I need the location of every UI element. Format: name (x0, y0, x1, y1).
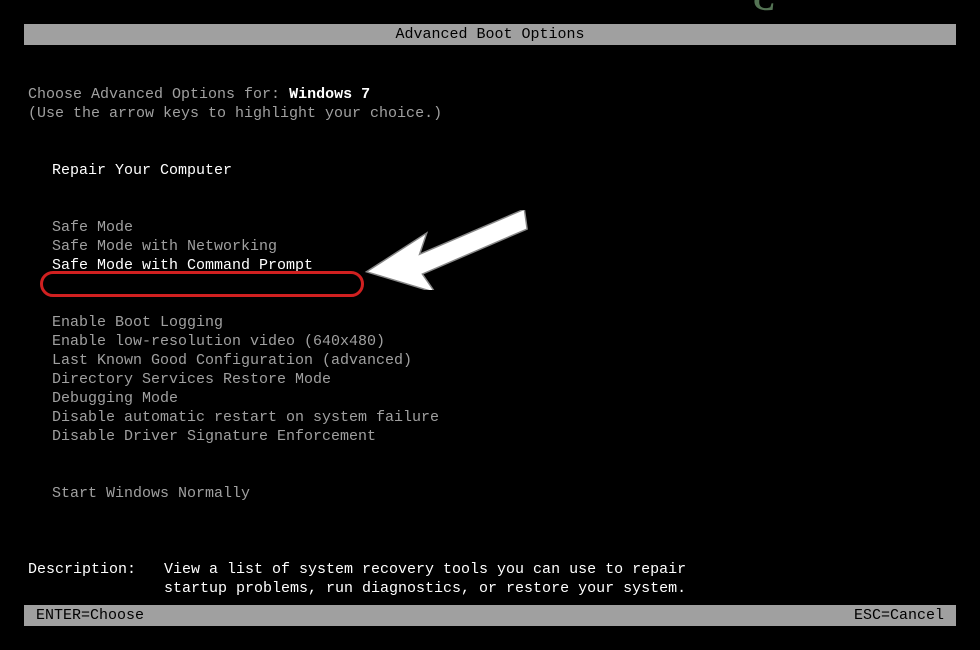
menu-item-low-res[interactable]: Enable low-resolution video (640x480) (28, 332, 956, 351)
footer-bar: ENTER=Choose ESC=Cancel (24, 605, 956, 626)
description-line1: View a list of system recovery tools you… (164, 560, 686, 579)
menu-item-debugging[interactable]: Debugging Mode (28, 389, 956, 408)
choose-prefix: Choose Advanced Options for: (28, 86, 280, 103)
menu-item-directory-services[interactable]: Directory Services Restore Mode (28, 370, 956, 389)
description-text: View a list of system recovery tools you… (164, 560, 686, 598)
description-line2: startup problems, run diagnostics, or re… (164, 579, 686, 598)
menu-item-start-normally[interactable]: Start Windows Normally (28, 484, 956, 503)
menu-item-safe-mode-cmd[interactable]: Safe Mode with Command Prompt (28, 256, 956, 275)
menu-item-safe-mode[interactable]: Safe Mode (28, 218, 956, 237)
footer-enter: ENTER=Choose (36, 607, 144, 624)
choose-line: Choose Advanced Options for: Windows 7 (28, 85, 956, 104)
description-row: Description: View a list of system recov… (28, 560, 956, 598)
menu-item-repair[interactable]: Repair Your Computer (28, 161, 956, 180)
menu-item-disable-signature[interactable]: Disable Driver Signature Enforcement (28, 427, 956, 446)
title-bar: Advanced Boot Options (24, 24, 956, 45)
menu-item-boot-logging[interactable]: Enable Boot Logging (28, 313, 956, 332)
watermark-text: 2-remove-virus.com (318, 0, 781, 23)
menu-item-last-known[interactable]: Last Known Good Configuration (advanced) (28, 351, 956, 370)
description-label: Description: (28, 560, 164, 598)
menu-item-safe-mode-networking[interactable]: Safe Mode with Networking (28, 237, 956, 256)
instruction-line: (Use the arrow keys to highlight your ch… (28, 104, 956, 123)
menu-item-disable-restart[interactable]: Disable automatic restart on system fail… (28, 408, 956, 427)
boot-screen: Advanced Boot Options Choose Advanced Op… (24, 24, 956, 626)
footer-esc: ESC=Cancel (854, 607, 944, 624)
content-area: Choose Advanced Options for: Windows 7 (… (24, 45, 956, 598)
os-name: Windows 7 (289, 86, 370, 103)
